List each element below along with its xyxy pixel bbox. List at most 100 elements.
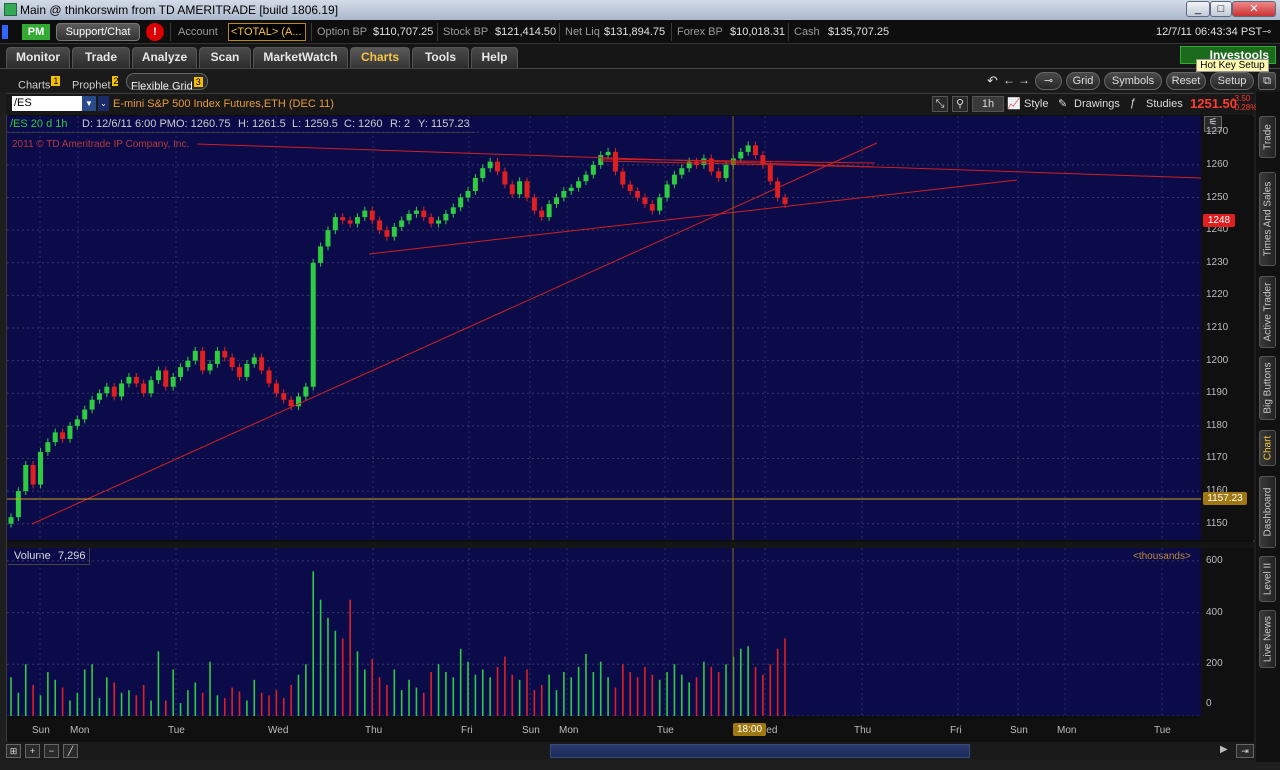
interval-button[interactable]: 1h [972, 96, 1004, 112]
time-label: Fri [950, 725, 962, 736]
candle [377, 220, 383, 231]
forex-bp-value: $10,018.31 [730, 26, 786, 38]
candle [148, 380, 154, 394]
draw-line-icon[interactable]: ╱ [63, 744, 78, 758]
link-icon[interactable]: ⊸ [1035, 72, 1062, 90]
main-nav: Monitor Trade Analyze Scan MarketWatch C… [0, 44, 1280, 72]
candle [96, 393, 102, 400]
candle [104, 386, 110, 394]
volume-tick: 400 [1206, 606, 1223, 618]
symbol-dropdown-icon[interactable]: ▼ [82, 96, 96, 111]
subtab-prophet[interactable]: Prophet 2 [68, 73, 118, 90]
app-icon [4, 3, 17, 16]
layout-icon[interactable]: ⊞ [6, 744, 21, 758]
tab-monitor[interactable]: Monitor [6, 47, 70, 68]
pm-badge: PM [22, 24, 50, 40]
tab-trade[interactable]: Trade [72, 47, 130, 68]
subtab-flexible-grid[interactable]: Flexible Grid 3 [126, 73, 208, 93]
rail-tab-live-news[interactable]: Live News [1259, 610, 1276, 668]
rail-tab-active-trader[interactable]: Active Trader [1259, 276, 1276, 348]
candle [273, 383, 279, 394]
time-label: Mon [559, 725, 579, 736]
studies-button[interactable]: Studies [1146, 98, 1183, 110]
candle [635, 191, 641, 198]
symbol-bar: /ES ▼ ⌄ E-mini S&P 500 Index Futures,ETH… [6, 94, 1257, 115]
minimize-button[interactable]: _ [1186, 1, 1210, 17]
symbol-lookup-icon[interactable]: ⌄ [98, 96, 109, 111]
style-icon[interactable]: 📈 [1007, 97, 1021, 110]
candle [539, 210, 545, 218]
alert-icon[interactable]: ! [146, 23, 164, 41]
zoom-in-icon[interactable]: + [25, 744, 40, 758]
time-label: Mon [1057, 725, 1077, 736]
close-button[interactable]: ✕ [1232, 1, 1276, 17]
support-chat-button[interactable]: Support/Chat [56, 23, 140, 41]
reset-button[interactable]: Reset [1166, 72, 1206, 90]
style-button[interactable]: Style [1024, 98, 1048, 110]
tab-help[interactable]: Help [471, 47, 518, 68]
zoom-icon[interactable]: ⚲ [952, 96, 968, 112]
tab-scan[interactable]: Scan [199, 47, 251, 68]
setup-button[interactable]: Setup [1210, 72, 1254, 90]
account-bar: PM Support/Chat ! Account <TOTAL> (A... … [0, 20, 1280, 44]
account-select[interactable]: <TOTAL> (A... [228, 23, 306, 41]
cursor-time-marker: 18:00 [733, 723, 766, 736]
rail-tab-chart[interactable]: Chart [1259, 430, 1276, 466]
drawings-icon[interactable]: ✎ [1058, 97, 1067, 110]
tab-charts[interactable]: Charts [350, 47, 410, 68]
candle [782, 197, 788, 205]
symbol-input[interactable]: /ES [12, 96, 82, 111]
datetime: 12/7/11 06:43:34 PST [1156, 26, 1263, 38]
candle [133, 376, 139, 384]
key-icon[interactable]: ⊸ [1262, 25, 1271, 38]
candle [657, 197, 663, 211]
time-label: Tue [1154, 725, 1171, 736]
forward-arrow-icon[interactable]: → [1018, 73, 1030, 87]
candle [23, 464, 29, 492]
time-label: Sun [1010, 725, 1028, 736]
candle [178, 367, 184, 377]
price-tick: 1270 [1206, 126, 1229, 138]
rail-tab-trade[interactable]: Trade [1259, 116, 1276, 158]
subtab-charts[interactable]: Charts 1 [14, 73, 64, 92]
candle [428, 217, 434, 224]
scrollbar-thumb[interactable] [550, 744, 970, 758]
rail-tab-big-buttons[interactable]: Big Buttons [1259, 356, 1276, 420]
studies-icon[interactable]: ƒ [1130, 97, 1136, 109]
rail-tab-dashboard[interactable]: Dashboard [1259, 476, 1276, 548]
last-price-marker: 1248 [1203, 214, 1235, 227]
grid-button[interactable]: Grid [1066, 72, 1100, 90]
zoom-out-icon[interactable]: − [44, 744, 59, 758]
candle [605, 151, 611, 156]
volume-chart-svg [7, 548, 1201, 716]
maximize-button[interactable]: □ [1210, 1, 1232, 17]
tab-marketwatch[interactable]: MarketWatch [253, 47, 348, 68]
undo-icon[interactable]: ↶ [987, 73, 998, 89]
candle [465, 191, 471, 198]
candle [60, 432, 66, 439]
trendline-top[interactable] [196, 143, 1201, 179]
candle [583, 174, 589, 182]
candle [52, 432, 58, 443]
rail-tab-level-ii[interactable]: Level II [1259, 556, 1276, 602]
candle [288, 399, 294, 407]
rail-tab-times-and-sales[interactable]: Times And Sales [1259, 172, 1276, 266]
candle [281, 393, 287, 400]
trendline-support[interactable] [31, 142, 878, 525]
price-tick: 1180 [1206, 419, 1228, 431]
time-label: Fri [461, 725, 473, 736]
back-arrow-icon[interactable]: ← [1003, 73, 1015, 87]
price-tick: 1250 [1206, 191, 1229, 203]
tab-analyze[interactable]: Analyze [132, 47, 197, 68]
tab-tools[interactable]: Tools [412, 47, 469, 68]
scroll-right-icon[interactable]: ▶ [1220, 744, 1228, 755]
crosshair-icon[interactable]: ⤡ [932, 96, 948, 112]
candle [531, 197, 537, 211]
detach-icon[interactable]: ⧉ [1258, 72, 1276, 90]
drawings-button[interactable]: Drawings [1074, 98, 1120, 110]
candle [546, 204, 552, 218]
symbols-button[interactable]: Symbols [1104, 72, 1162, 90]
candle [369, 210, 375, 221]
candle [170, 376, 176, 387]
expand-icon[interactable]: ⇥ [1236, 744, 1254, 758]
